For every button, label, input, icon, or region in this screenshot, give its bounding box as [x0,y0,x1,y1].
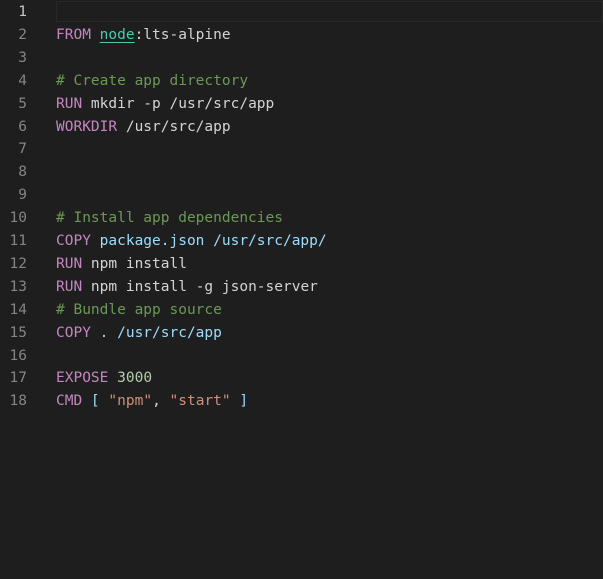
editor-line[interactable]: 8 [0,161,603,184]
line-code: RUN npm install -g json-server [56,276,318,299]
line-code: # Bundle app source [56,299,222,322]
code-token: mkdir -p /usr/src/app [82,95,275,112]
code-token: COPY [56,233,91,249]
code-token: npm install [82,255,187,272]
line-code: FROM node:lts-alpine [56,24,231,47]
editor-line[interactable]: 18 CMD [ "npm", "start" ] [0,390,603,413]
editor-line[interactable]: 7 [0,138,603,161]
code-token: EXPOSE [56,370,109,387]
line-number: 3 [18,49,27,66]
current-line-highlight [56,1,603,22]
line-number: 8 [18,164,27,181]
line-number: 18 [9,393,27,410]
editor-line[interactable]: 10 # Install app dependencies [0,207,603,230]
line-number: 1 [18,4,27,20]
line-number: 12 [9,255,27,272]
editor-line[interactable]: 14 # Bundle app source [0,299,603,322]
code-link[interactable]: node [100,27,135,43]
code-token: # Create app directory [56,72,249,89]
editor-line[interactable]: 9 [0,184,603,207]
line-number: 16 [9,347,27,364]
code-token: CMD [56,393,83,410]
editor-line[interactable]: 12 RUN npm install [0,253,603,276]
code-token: "start" [169,393,231,410]
line-number: 10 [9,210,27,227]
editor-line[interactable]: 5 RUN mkdir -p /usr/src/app [0,93,603,116]
line-code: WORKDIR /usr/src/app [56,116,231,139]
line-number: 11 [9,233,27,249]
line-number: 5 [18,95,27,112]
code-token: # Bundle app source [56,301,222,318]
editor-line[interactable]: 4 # Create app directory [0,70,603,93]
line-number: 14 [9,301,27,318]
code-editor[interactable]: 1 2 FROM node:lts-alpine 3 4 # Create app dir… [0,0,603,579]
editor-line[interactable]: 3 [0,47,603,70]
code-token: [ [82,393,109,410]
editor-line[interactable]: 2 FROM node:lts-alpine [0,24,603,47]
code-token: package.json /usr/src/app/ [90,233,327,249]
code-token: /usr/src/app [117,118,231,135]
line-number: 15 [9,324,27,341]
code-token: :lts-alpine [134,26,231,43]
editor-line[interactable]: 15 COPY . /usr/src/app [0,322,603,345]
code-token: RUN [56,255,83,272]
line-number: 7 [18,141,27,158]
code-token: npm install -g json-server [82,278,318,295]
code-token: , [152,393,170,410]
editor-line[interactable]: 17 EXPOSE 3000 [0,367,603,390]
editor-line[interactable]: 13 RUN npm install -g json-server [0,276,603,299]
line-number: 9 [18,187,27,204]
code-token: COPY [56,324,91,341]
editor-line[interactable]: 16 [0,345,603,368]
code-token: FROM [56,26,91,43]
line-number: 2 [18,26,27,43]
code-token: RUN [56,278,83,295]
line-number: 6 [18,118,27,135]
code-token: "npm" [108,393,153,410]
editor-line[interactable]: 1 [0,1,603,24]
editor-line[interactable]: 11 COPY package.json /usr/src/app/ [0,230,603,253]
line-number: 4 [18,72,27,89]
line-code: # Install app dependencies [56,207,283,230]
line-number: 13 [9,278,27,295]
code-token: ] [230,393,249,410]
line-code: CMD [ "npm", "start" ] [56,390,248,413]
line-code: RUN mkdir -p /usr/src/app [56,93,274,116]
line-code: RUN npm install [56,253,187,276]
line-number: 17 [9,370,27,387]
code-token: . /usr/src/app [90,324,222,341]
code-token: RUN [56,95,83,112]
code-token: # Install app dependencies [56,210,283,227]
code-token: WORKDIR [56,118,118,135]
code-token: 3000 [117,370,153,387]
line-code: COPY . /usr/src/app [56,322,222,345]
editor-line[interactable]: 6 WORKDIR /usr/src/app [0,116,603,139]
line-code: # Create app directory [56,70,248,93]
line-code: COPY package.json /usr/src/app/ [56,230,327,253]
line-code: EXPOSE 3000 [56,367,152,390]
